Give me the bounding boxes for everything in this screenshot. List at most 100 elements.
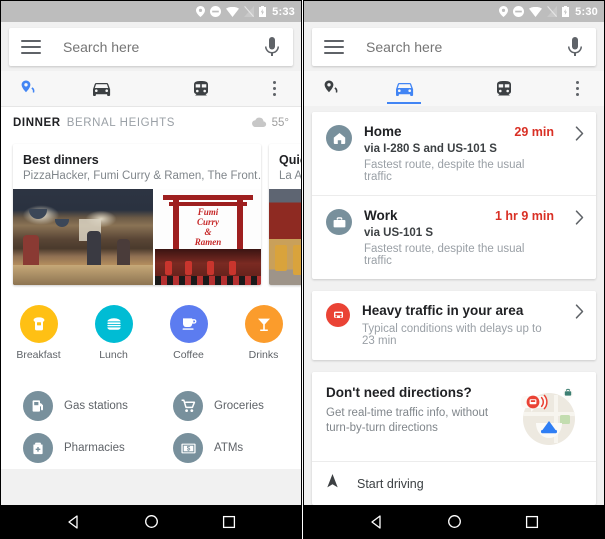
route-note: Fastest route, despite the usual traffic (364, 159, 525, 183)
place-card-title: Quick (279, 153, 301, 167)
nearby-row: Gas stations Groceries (1, 385, 301, 427)
route-name: Work (364, 208, 398, 223)
route-details: Work 1 hr 9 min via US-101 S Fastest rou… (364, 208, 554, 267)
status-bar-clock: 5:33 (272, 5, 295, 18)
nearby-groceries[interactable]: Groceries (151, 385, 301, 427)
tab-driving[interactable] (354, 71, 454, 106)
route-name: Home (364, 124, 402, 139)
bread-slice-icon (33, 317, 44, 331)
traffic-alert-card[interactable]: Heavy traffic in your area Typical condi… (312, 291, 596, 360)
house-icon (326, 125, 352, 151)
tab-transit[interactable] (454, 71, 554, 106)
recents-square-icon[interactable] (525, 515, 539, 529)
location-pin-icon (499, 6, 509, 17)
quick-action-coffee[interactable]: Coffee (151, 305, 226, 361)
coffee-circle (169, 305, 208, 343)
chevron-right-icon[interactable] (575, 304, 584, 324)
search-input[interactable] (366, 39, 566, 55)
chevron-right-icon[interactable] (575, 126, 584, 146)
drinks-circle (244, 305, 283, 343)
search-bar[interactable] (9, 28, 293, 66)
signal-off-icon (244, 6, 255, 17)
place-card-carousel[interactable]: Best dinners PizzaHacker, Fumi Curry & R… (1, 138, 301, 293)
route-note: Fastest route, despite the usual traffic (364, 243, 525, 267)
android-navigation-bar (1, 505, 301, 538)
navigation-arrow-icon (326, 473, 339, 494)
driving-feed[interactable]: Home 29 min via I-280 S and US-101 S Fas… (304, 106, 604, 505)
driving-mode-map-illustration (514, 385, 584, 447)
home-circle-icon[interactable] (447, 514, 462, 529)
restaurant-interior-photo (13, 189, 153, 285)
cocktail-glass-icon (257, 318, 270, 331)
place-card-title: Best dinners (23, 153, 99, 167)
battery-icon (259, 6, 267, 17)
red-wall-wooden-chairs-photo (269, 189, 301, 285)
back-triangle-icon[interactable] (66, 514, 81, 530)
traffic-alert-title: Heavy traffic in your area (362, 303, 524, 318)
breakfast-circle (19, 305, 58, 343)
search-bar[interactable] (312, 28, 596, 66)
route-row-work[interactable]: Work 1 hr 9 min via US-101 S Fastest rou… (312, 195, 596, 279)
place-card[interactable]: Best dinners PizzaHacker, Fumi Curry & R… (13, 144, 261, 285)
chevron-right-icon[interactable] (575, 210, 584, 230)
lunch-circle (94, 305, 133, 343)
search-input[interactable] (63, 39, 263, 55)
tab-driving[interactable] (51, 71, 151, 106)
start-driving-label: Start driving (357, 476, 424, 491)
promo-text: Don't need directions? Get real-time tra… (326, 385, 514, 447)
hamburger-menu-icon[interactable] (324, 40, 344, 54)
route-details: Home 29 min via I-280 S and US-101 S Fas… (364, 124, 554, 183)
start-driving-action[interactable]: Start driving (312, 461, 596, 505)
quick-action-breakfast[interactable]: Breakfast (1, 305, 76, 361)
place-pin-icon (324, 80, 337, 93)
tab-transit[interactable] (151, 71, 251, 106)
svg-text:$: $ (186, 445, 190, 452)
microphone-icon[interactable] (263, 36, 281, 58)
recents-square-icon[interactable] (222, 515, 236, 529)
search-bar-container (304, 22, 604, 71)
more-vertical-icon[interactable] (575, 81, 579, 96)
fumi-curry-ramen-sign-photo: Fumi Curry & Ramen (155, 189, 261, 285)
nearby-label: Pharmacies (64, 442, 125, 454)
phone-left-explore-screen: 5:33 Search here DINNER BERNAL HEIGHTS 5… (0, 0, 302, 539)
signal-off-icon (547, 6, 558, 17)
wifi-icon (226, 6, 240, 17)
battery-icon (562, 6, 570, 17)
place-card[interactable]: Quick La Alt (269, 144, 301, 285)
gas-pump-icon (23, 391, 53, 421)
traffic-alert-row[interactable]: Heavy traffic in your area Typical condi… (312, 291, 596, 360)
quick-action-drinks[interactable]: Drinks (226, 305, 301, 361)
search-bar-container (1, 22, 301, 71)
coffee-cup-icon (182, 318, 196, 330)
back-triangle-icon[interactable] (369, 514, 384, 530)
wifi-icon (529, 6, 543, 17)
promo-subtitle: Get real-time traffic info, without turn… (326, 407, 489, 434)
quick-action-lunch[interactable]: Lunch (76, 305, 151, 361)
do-not-disturb-icon (513, 6, 525, 17)
banknote-icon: $ (173, 433, 203, 463)
nearby-gas-stations[interactable]: Gas stations (1, 385, 151, 427)
tab-overflow-menu[interactable] (251, 71, 297, 106)
explore-feed[interactable]: DINNER BERNAL HEIGHTS 55° Best dinners P… (1, 106, 301, 505)
briefcase-icon (326, 209, 352, 235)
nearby-pharmacies[interactable]: Pharmacies (1, 427, 151, 469)
hamburger-menu-icon[interactable] (21, 40, 41, 54)
train-icon (194, 80, 208, 95)
tab-explore[interactable] (308, 71, 354, 106)
phone-right-driving-screen: 5:30 Search here Home 29 min via I-280 S… (303, 0, 605, 539)
route-row-home[interactable]: Home 29 min via I-280 S and US-101 S Fas… (312, 112, 596, 195)
nearby-label: Gas stations (64, 400, 128, 412)
nearby-categories: Gas stations Groceries Pharmacies $ ATMs (1, 375, 301, 469)
home-circle-icon[interactable] (144, 514, 159, 529)
more-vertical-icon[interactable] (272, 81, 276, 96)
route-via: via US-101 S (364, 227, 434, 239)
tab-overflow-menu[interactable] (554, 71, 600, 106)
nearby-row: Pharmacies $ ATMs (1, 427, 301, 469)
promo-title: Don't need directions? (326, 385, 472, 400)
nearby-atms[interactable]: $ ATMs (151, 427, 301, 469)
nearby-label: ATMs (214, 442, 244, 454)
traffic-alert-icon (326, 303, 350, 327)
gas-pump-glyph (32, 400, 43, 412)
tab-explore[interactable] (5, 71, 51, 106)
microphone-icon[interactable] (566, 36, 584, 58)
